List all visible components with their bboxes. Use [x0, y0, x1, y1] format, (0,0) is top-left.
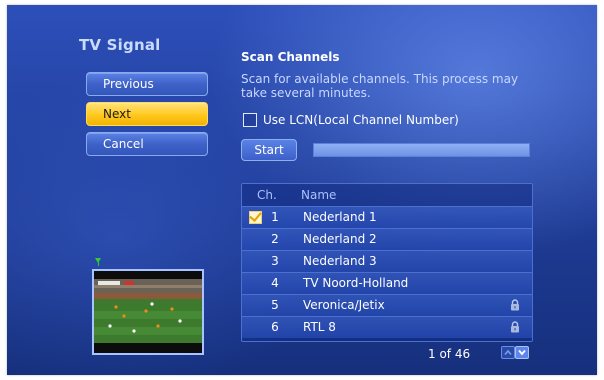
channel-name: Veronica/Jetix	[303, 298, 385, 312]
channel-name: Nederland 2	[303, 232, 377, 246]
chevron-down-icon	[518, 349, 526, 356]
next-button[interactable]: Next	[86, 102, 208, 126]
header-channel: Ch.	[257, 188, 277, 202]
section-title: Scan Channels	[241, 50, 340, 64]
channel-row[interactable]: 5 Veronica/Jetix	[242, 294, 532, 316]
header-name: Name	[301, 188, 337, 202]
signal-strength-icon	[95, 258, 118, 266]
channel-row[interactable]: 4 TV Noord-Holland	[242, 272, 532, 294]
cancel-button[interactable]: Cancel	[86, 132, 208, 156]
page-down-button[interactable]	[515, 346, 529, 359]
channel-name: TV Noord-Holland	[303, 276, 409, 290]
tv-preview	[92, 269, 204, 355]
scan-progress-fill	[314, 144, 529, 156]
football-broadcast-image	[94, 271, 202, 353]
channel-list-header: Ch. Name	[242, 184, 532, 206]
channel-number: 5	[271, 298, 279, 312]
scan-progress-bar	[313, 143, 530, 157]
lock-icon	[511, 321, 519, 333]
channel-row[interactable]: 6 RTL 8	[242, 316, 532, 338]
previous-button[interactable]: Previous	[86, 72, 208, 96]
app-title: TV Signal	[79, 36, 161, 54]
channel-number: 3	[271, 254, 279, 268]
scan-description: Scan for available channels. This proces…	[241, 72, 519, 100]
channel-number: 2	[271, 232, 279, 246]
channel-number: 4	[271, 276, 279, 290]
channel-name: RTL 8	[303, 320, 336, 334]
channel-name: Nederland 1	[303, 210, 377, 224]
channel-checked-icon[interactable]	[249, 211, 262, 224]
lcn-label: Use LCN(Local Channel Number)	[263, 113, 459, 127]
channel-name: Nederland 3	[303, 254, 377, 268]
channel-row[interactable]: 3 Nederland 3	[242, 250, 532, 272]
page-up-button[interactable]	[501, 346, 515, 359]
channel-number: 1	[271, 210, 279, 224]
channel-row[interactable]: 2 Nederland 2	[242, 228, 532, 250]
channel-row[interactable]: 1 Nederland 1	[242, 206, 532, 228]
channel-list: Ch. Name 1 Nederland 1 2 Nederland 2 3 N…	[241, 183, 533, 342]
lcn-checkbox[interactable]	[243, 113, 257, 127]
page-indicator: 1 of 46	[428, 347, 471, 361]
channel-number: 6	[271, 320, 279, 334]
start-button[interactable]: Start	[241, 139, 297, 161]
chevron-up-icon	[504, 349, 512, 356]
lock-icon	[511, 299, 519, 311]
